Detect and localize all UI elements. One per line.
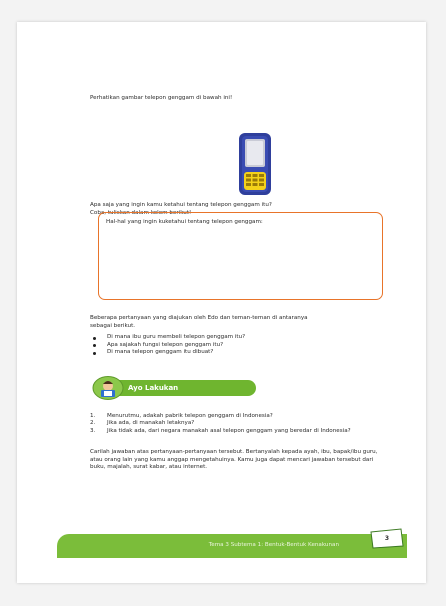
numbered-item: 3. Jika tidak ada, dari negara manakah a… xyxy=(90,428,390,435)
questions-intro-line-1: Beberapa pertanyaan yang diajukan oleh E… xyxy=(90,315,308,321)
item-text: Menurutmu, adakah pabrik telepon genggam… xyxy=(107,413,273,419)
ayo-lakukan-banner: Ayo Lakukan xyxy=(92,376,258,400)
bullet-item: Apa sajakah fungsi telepon genggam itu? xyxy=(90,342,245,350)
bullet-item: Di mana telepon genggam itu dibuat? xyxy=(90,349,245,357)
page-number: 3 xyxy=(384,535,390,542)
item-text: Jika ada, di manakah letaknya? xyxy=(107,420,195,427)
bullet-item: Di mana ibu guru membeli telepon genggam… xyxy=(90,334,245,342)
numbered-item: 2. Jika ada, di manakah letaknya? xyxy=(90,420,390,427)
textbook-page: Perhatikan gambar telepon genggam di baw… xyxy=(17,22,426,583)
boy-reading-icon xyxy=(92,376,124,400)
mobile-phone-illustration xyxy=(239,133,271,195)
answer-box[interactable]: Hal-hal yang ingin kuketahui tentang tel… xyxy=(98,212,383,300)
intro-text: Perhatikan gambar telepon genggam di baw… xyxy=(90,95,233,101)
numbered-question-list: 1. Menurutmu, adakah pabrik telepon geng… xyxy=(90,413,390,435)
question-line-1: Apa saja yang ingin kamu ketahui tentang… xyxy=(90,202,272,208)
item-number: 3. xyxy=(90,427,96,434)
item-number: 1. xyxy=(90,413,96,419)
footer-bar: Tema 3 Subtema 1: Bentuk-Bentuk Kenakuna… xyxy=(57,534,407,558)
answer-box-label: Hal-hal yang ingin kuketahui tentang tel… xyxy=(106,219,263,225)
footer-subtheme-text: Tema 3 Subtema 1: Bentuk-Bentuk Kenakuna… xyxy=(208,542,339,548)
question-bullet-list: Di mana ibu guru membeli telepon genggam… xyxy=(90,334,245,357)
questions-intro-line-2: sebagai berikut. xyxy=(90,323,136,329)
numbered-item: 1. Menurutmu, adakah pabrik telepon geng… xyxy=(90,413,390,420)
item-number: 2. xyxy=(90,420,96,427)
item-text: Jika tidak ada, dari negara manakah asal… xyxy=(107,427,351,434)
ayo-lakukan-label: Ayo Lakukan xyxy=(128,384,179,392)
instruction-paragraph: Carilah jawaban atas pertanyaan-pertanya… xyxy=(90,449,378,471)
